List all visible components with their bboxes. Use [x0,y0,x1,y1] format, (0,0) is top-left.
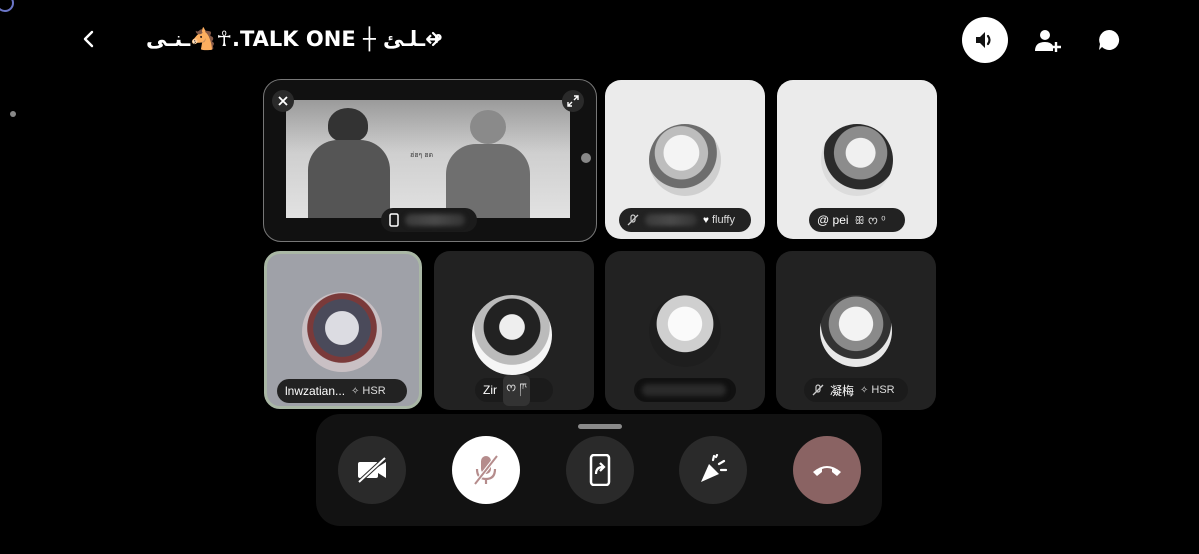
screen-share-icon [589,454,611,486]
activity-badge: ꕥ ᰔ ⁰ [854,214,886,227]
stream-expand-button[interactable] [562,90,584,112]
stream-close-button[interactable] [272,90,294,112]
name-pill [634,378,736,402]
chat-button[interactable] [1095,26,1123,54]
hang-up-button[interactable] [793,436,861,504]
avatar [820,295,892,367]
sparkle-icon: ✧ [351,385,360,397]
side-dot [10,111,16,117]
participant-tile-speaking[interactable]: lnwzatian... ✧ HSR [264,251,422,409]
figure-right [470,110,506,144]
sparkle-icon: ✧ [860,384,869,396]
activity-badge: ✧ HSR [351,385,386,397]
drag-handle[interactable] [578,424,622,429]
avatar [302,292,382,372]
stream-name-pill [381,208,477,232]
redacted-name [405,214,465,226]
speaker-button[interactable] [962,17,1008,63]
person-add-icon [1035,30,1061,52]
figure-left [328,108,368,142]
hang-up-icon [813,466,841,476]
name-pill: ♥ fluffy [619,208,751,232]
name-pill: 凝梅 ✧ HSR [804,378,908,402]
back-button[interactable] [78,28,100,50]
soundboard-button[interactable] [679,436,747,504]
figure-right-body [446,144,530,218]
stream-video: ฮ่ฮๆ ฮต [286,100,570,218]
figure-left-body [308,140,390,218]
mic-toggle-button[interactable] [452,436,520,504]
activity-badge: ✧ HSR [860,384,895,396]
screen-share-button[interactable] [566,436,634,504]
avatar [821,124,893,196]
mic-muted-icon [627,214,639,226]
mic-muted-icon [812,384,824,396]
activity-badge: ♥ fluffy [703,214,735,226]
participant-name: Zir [483,383,497,397]
name-pill: @ pei ꕥ ᰔ ⁰ [809,208,905,232]
participant-name: lnwzatian... [285,384,346,398]
participant-name: @ pei [817,213,849,227]
speaker-icon [976,32,991,48]
chevron-right-icon [431,31,441,47]
chat-bubble-icon [1099,29,1120,50]
chevron-left-icon [83,30,94,48]
camera-toggle-button[interactable] [338,436,406,504]
add-member-button[interactable] [1033,26,1063,56]
activity-badge: ᰔ ཫ [503,374,531,406]
name-pill: lnwzatian... ✧ HSR [277,379,407,403]
name-pill: Zir ᰔ ཫ [475,374,553,406]
participant-tile[interactable]: ♥ fluffy [605,80,765,239]
avatar [649,295,721,367]
phone-icon [389,213,399,227]
camera-off-icon [357,456,387,484]
expand-icon [567,95,579,107]
participant-tile[interactable] [605,251,765,410]
participant-tile[interactable]: 凝梅 ✧ HSR [776,251,936,410]
close-icon [278,96,288,106]
corner-indicator-icon [0,0,14,12]
redacted-name [645,214,697,226]
heart-icon: ♥ [703,214,709,226]
participant-tile[interactable]: Zir ᰔ ཫ [434,251,594,410]
stream-caption: ฮ่ฮๆ ฮต [410,152,434,159]
redacted-name [642,384,726,396]
avatar [472,295,552,375]
stream-tile[interactable]: ฮ่ฮๆ ฮต [263,79,597,242]
mic-off-icon [473,454,499,486]
avatar [649,124,721,196]
participant-tile[interactable]: @ pei ꕥ ᰔ ⁰ [777,80,937,239]
participant-name: 凝梅 [830,383,855,398]
stream-side-dot [581,153,591,163]
next-channel-button[interactable] [426,28,446,50]
soundboard-icon [701,454,728,482]
channel-title[interactable]: ـنـى🐴☥.TALK ONE ┼ ـلـئ↫ [146,24,443,54]
